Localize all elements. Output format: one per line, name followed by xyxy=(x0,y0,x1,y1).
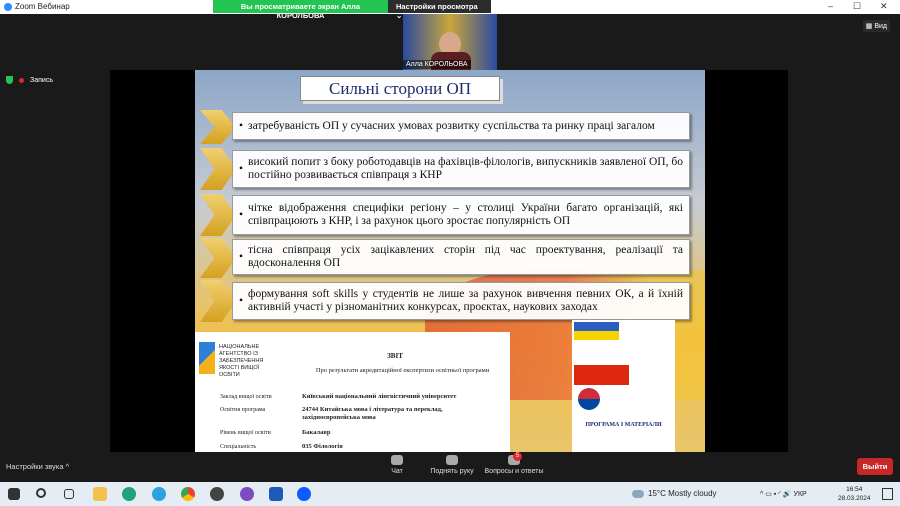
presentation-slide: Сильні сторони ОП • затребуваність ОП у с… xyxy=(195,70,705,452)
bullet-item: • тісна співпраця усіх зацікавлених сторі… xyxy=(232,239,690,275)
maximize-button[interactable]: ☐ xyxy=(853,1,861,12)
weather-text: 15°C Mostly cloudy xyxy=(648,489,717,498)
leave-button[interactable]: Выйти xyxy=(857,458,893,475)
report-label: Заклад вищої освіти xyxy=(220,394,272,400)
bullet-text: чітке відображення специфіки регіону – у… xyxy=(248,202,683,227)
report-value: 24744 Китайська мова і література та пер… xyxy=(302,406,443,421)
korea-flag-icon xyxy=(578,388,600,410)
windows-taskbar: 15°C Mostly cloudy ^ ▭ ▪ ◜ 🔊 УКР 16:54 28… xyxy=(0,482,900,506)
report-value: 035 Філологія xyxy=(302,443,343,450)
edge-icon[interactable] xyxy=(122,487,136,501)
minimize-button[interactable]: – xyxy=(828,1,833,11)
china-flag-icon xyxy=(574,365,629,385)
hand-icon xyxy=(446,455,458,465)
word-icon[interactable] xyxy=(269,487,283,501)
recording-indicator: Запись xyxy=(6,76,53,84)
clock[interactable]: 16:54 28.03.2024 xyxy=(838,485,871,503)
speaker-name: Алла КОРОЛЬОВА xyxy=(403,60,471,69)
view-label: Вид xyxy=(874,23,887,30)
language-indicator[interactable]: УКР xyxy=(794,491,807,498)
audio-settings-button[interactable]: Настройки звука ^ xyxy=(6,462,69,471)
bullet-text: тісна співпраця усіх зацікавлених сторін… xyxy=(248,244,683,269)
telegram-icon[interactable] xyxy=(152,487,166,501)
chrome-icon[interactable] xyxy=(181,487,195,501)
start-icon[interactable] xyxy=(8,488,20,500)
bullet-text: високий попит з боку роботодавців на фах… xyxy=(248,156,683,181)
report-subtitle: Про результати акредитаційної експертизи… xyxy=(315,367,490,374)
file-explorer-icon[interactable] xyxy=(93,487,107,501)
viber-icon[interactable] xyxy=(240,487,254,501)
date: 28.03.2024 xyxy=(838,495,871,502)
report-title: ЗВІТ xyxy=(387,352,403,360)
shield-icon xyxy=(6,76,13,84)
notification-icon[interactable] xyxy=(882,488,893,500)
report-label: Спеціальність xyxy=(220,444,257,450)
report-value: Київський національний лінгвістичний уні… xyxy=(302,393,457,400)
report-label: Рівень вищої освіти xyxy=(220,430,271,436)
chat-label: Чат xyxy=(391,468,403,475)
chevron-icon xyxy=(200,148,236,190)
view-options-button[interactable]: Настройки просмотра ⌄ xyxy=(388,0,491,20)
chevron-icon xyxy=(200,238,236,278)
report-value: Бакалавр xyxy=(302,429,331,436)
qa-button[interactable]: 5 Вопросы и ответы xyxy=(482,452,546,475)
chevron-icon xyxy=(200,280,236,322)
chevron-icon xyxy=(200,110,236,144)
zoom-taskbar-icon[interactable] xyxy=(297,487,311,501)
search-icon[interactable] xyxy=(36,488,46,498)
view-button[interactable]: ▦ Вид xyxy=(862,20,890,32)
raise-hand-button[interactable]: Поднять руку xyxy=(422,455,482,475)
zoom-logo-icon xyxy=(4,2,12,11)
qa-label: Вопросы и ответы xyxy=(484,468,544,475)
cloud-icon xyxy=(632,489,644,498)
viewing-screen-label: Вы просматриваете экран Алла КОРОЛЬОВА xyxy=(213,0,388,20)
bullet-item: • затребуваність ОП у сучасних умовах роз… xyxy=(232,112,690,140)
chat-icon xyxy=(391,455,403,465)
agency-name: НАЦІОНАЛЬНЕ АГЕНТСТВО ІЗ ЗАБЕЗПЕЧЕННЯ ЯК… xyxy=(219,344,264,378)
bullet-item: • формування soft skills у студентів не л… xyxy=(232,282,690,320)
poster-title: ПРОГРАМА І МАТЕРІАЛИ xyxy=(585,422,662,428)
bullet-item: • чітке відображення специфіки регіону – … xyxy=(232,195,690,235)
recording-label: Запись xyxy=(30,76,53,84)
ukraine-flag-icon xyxy=(574,322,619,340)
share-banner: Вы просматриваете экран Алла КОРОЛЬОВА Н… xyxy=(213,0,491,20)
slide-title: Сильні сторони ОП xyxy=(300,76,500,101)
chevron-icon xyxy=(200,194,236,236)
report-image: НАЦІОНАЛЬНЕ АГЕНТСТВО ІЗ ЗАБЕЗПЕЧЕННЯ ЯК… xyxy=(195,332,510,452)
speaker-video[interactable]: Алла КОРОЛЬОВА xyxy=(403,14,497,70)
bullet-text: формування soft skills у студентів не ли… xyxy=(248,288,683,313)
system-tray[interactable]: ^ ▭ ▪ ◜ 🔊 УКР xyxy=(760,490,807,498)
settings-icon[interactable] xyxy=(210,487,224,501)
weather-widget[interactable]: 15°C Mostly cloudy xyxy=(632,489,717,498)
window-title: Zoom Вебинар xyxy=(15,2,70,11)
record-dot-icon xyxy=(19,77,24,83)
raise-hand-label: Поднять руку xyxy=(430,468,474,475)
chat-button[interactable]: Чат xyxy=(382,455,412,475)
qa-badge: 5 xyxy=(513,452,522,461)
agency-logo-icon xyxy=(199,342,215,374)
close-button[interactable]: ✕ xyxy=(880,1,888,12)
time: 16:54 xyxy=(846,486,863,493)
conference-poster: ПРОГРАМА І МАТЕРІАЛИ xyxy=(572,320,675,452)
bullet-item: • високий попит з боку роботодавців на фа… xyxy=(232,150,690,188)
report-label: Освітня програма xyxy=(220,407,266,413)
bullet-text: затребуваність ОП у сучасних умовах розв… xyxy=(248,119,655,132)
task-view-icon[interactable] xyxy=(64,489,74,499)
